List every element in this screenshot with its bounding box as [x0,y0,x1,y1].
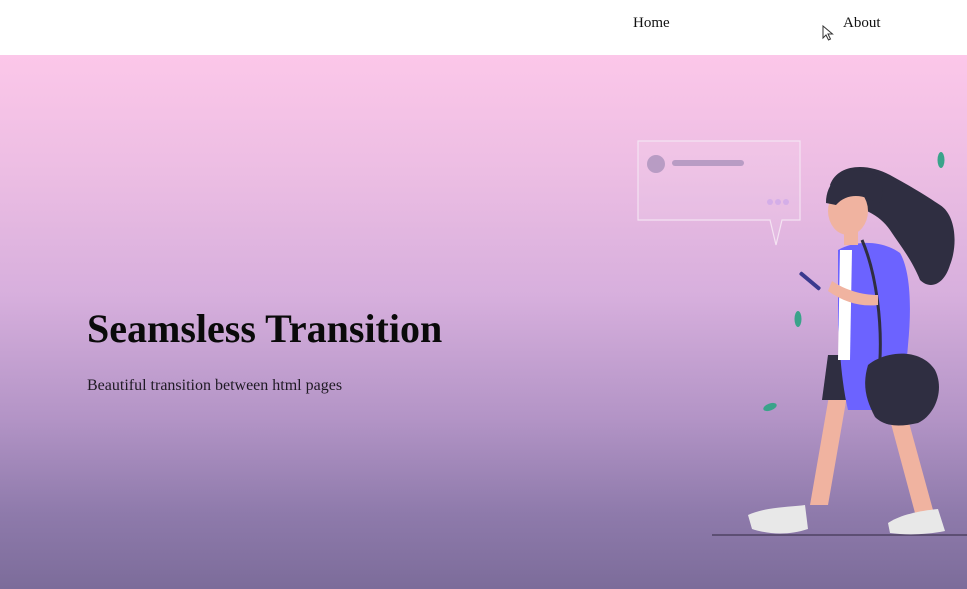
leaf-icon [763,402,777,412]
hero-title: Seamsless Transition [87,306,443,351]
mouse-pointer-icon [822,25,834,41]
nav-link-about[interactable]: About [843,15,881,32]
top-navbar: Home About [0,0,967,55]
hero-subtitle: Beautiful transition between html pages [87,377,343,394]
woman-walking-with-phone-illustration [637,140,967,536]
chat-bubble-icon [637,140,801,246]
nav-link-home[interactable]: Home [633,15,670,32]
leaf-icon [937,152,945,168]
page: Home About Seamsless Transition Beautifu… [0,0,967,589]
leaf-icon [794,311,802,327]
hero-section: Seamsless Transition Beautiful transitio… [0,55,967,589]
